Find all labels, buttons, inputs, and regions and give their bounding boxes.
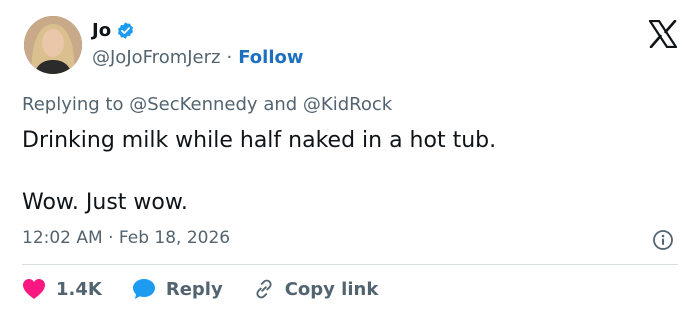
post-text-line: Wow. Just wow.: [22, 190, 188, 215]
copy-link-label: Copy link: [284, 278, 379, 300]
x-logo-icon[interactable]: [648, 19, 678, 49]
handle-row: @JoJoFromJerz · Follow: [92, 47, 304, 68]
reply-context: Replying to @SecKennedy and @KidRock: [22, 94, 392, 115]
post-timestamp[interactable]: 12:02 AM · Feb 18, 2026: [22, 228, 230, 248]
reply-context-prefix: Replying to: [22, 94, 124, 115]
author-name-row: Jo: [92, 20, 135, 41]
author-name[interactable]: Jo: [92, 20, 111, 41]
info-icon[interactable]: [652, 229, 674, 251]
author-handle[interactable]: @JoJoFromJerz: [92, 47, 220, 68]
copy-link-button[interactable]: Copy link: [253, 278, 379, 300]
action-bar: 1.4K Reply Copy link: [22, 278, 408, 300]
link-icon: [256, 279, 272, 299]
heart-icon: [23, 279, 45, 299]
mention-link[interactable]: @KidRock: [303, 94, 392, 115]
like-count: 1.4K: [56, 278, 102, 300]
reply-context-joiner: and: [263, 94, 298, 115]
divider: [22, 264, 678, 265]
verified-badge-icon: [116, 21, 135, 40]
follow-button[interactable]: Follow: [238, 47, 303, 68]
reply-bubble-icon: [132, 279, 155, 299]
mention-link[interactable]: @SecKennedy: [129, 94, 257, 115]
post-text-line: Drinking milk while half naked in a hot …: [22, 128, 497, 153]
reply-button[interactable]: Reply: [132, 278, 223, 300]
handle-separator: ·: [226, 47, 233, 68]
like-button[interactable]: 1.4K: [22, 278, 102, 300]
reply-label: Reply: [165, 278, 223, 300]
avatar[interactable]: [24, 16, 82, 74]
